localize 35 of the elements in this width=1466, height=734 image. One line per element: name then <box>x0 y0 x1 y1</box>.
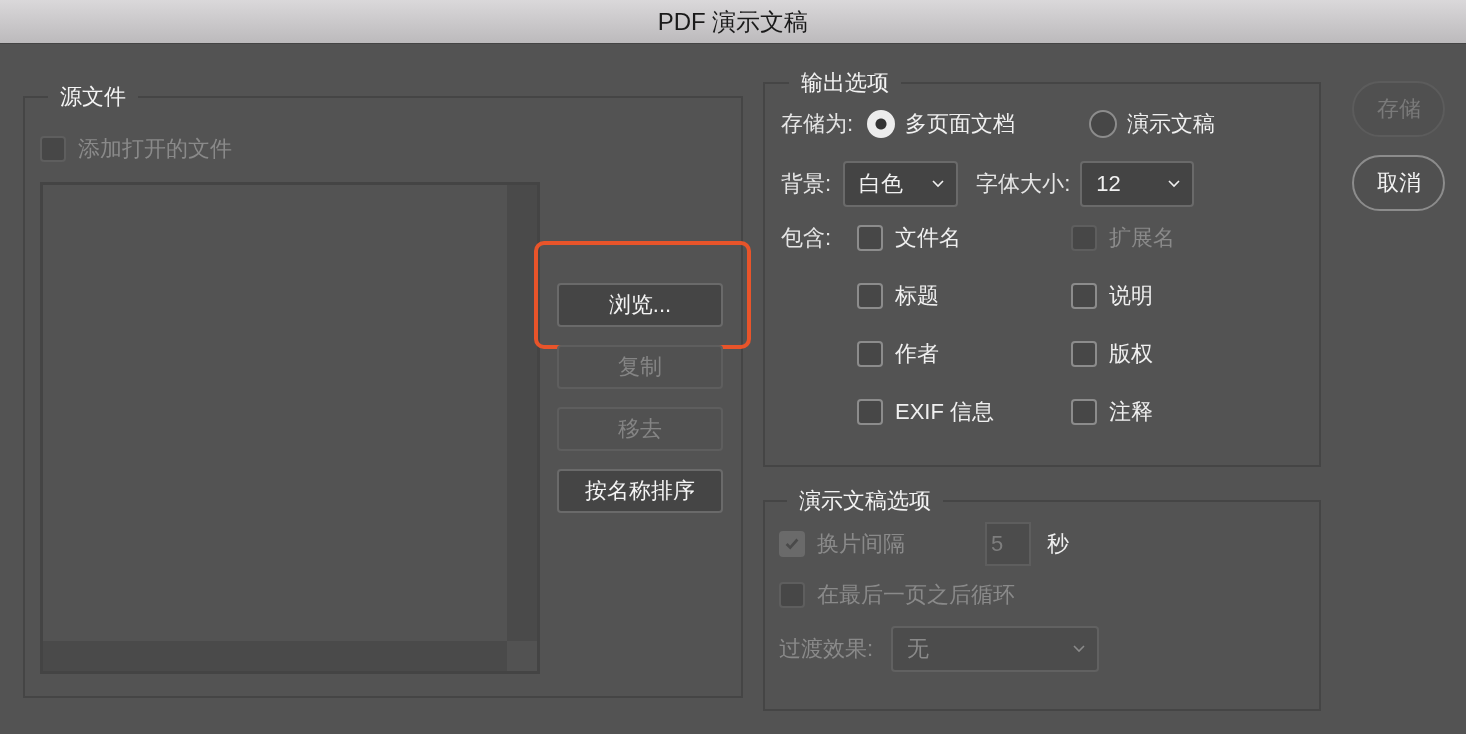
field-label: 字体大小: <box>976 170 1071 198</box>
checkbox-label: 版权 <box>1109 340 1153 368</box>
checkbox[interactable] <box>857 341 883 367</box>
chevron-down-icon <box>1073 645 1086 653</box>
radio-label: 演示文稿 <box>1127 110 1216 138</box>
group-title: 输出选项 <box>800 69 890 97</box>
checkbox-label: 说明 <box>1109 282 1153 310</box>
checkbox[interactable] <box>1071 283 1097 309</box>
background-dropdown[interactable]: 白色 <box>843 161 959 207</box>
action-button[interactable]: 浏览... <box>557 283 723 327</box>
chevron-down-icon <box>932 180 945 188</box>
window-title: PDF 演示文稿 <box>657 6 809 37</box>
checkbox[interactable] <box>857 399 883 425</box>
vertical-scrollbar[interactable] <box>507 185 537 641</box>
checkbox-label: 标题 <box>895 282 939 310</box>
field-label: 背景: <box>781 170 832 198</box>
dialog-button[interactable]: 取消 <box>1352 155 1445 211</box>
checkbox-label: EXIF 信息 <box>895 398 994 426</box>
checkbox-label: 作者 <box>895 340 939 368</box>
chevron-down-icon <box>1168 180 1181 188</box>
unit-label: 秒 <box>1047 530 1069 558</box>
checkbox-label: 文件名 <box>895 224 961 252</box>
checkbox-label: 注释 <box>1109 398 1153 426</box>
field-label: 包含: <box>781 224 833 252</box>
action-button[interactable]: 按名称排序 <box>557 469 723 513</box>
field-label: 存储为: <box>781 110 854 138</box>
checkbox[interactable] <box>857 225 883 251</box>
checkbox[interactable] <box>1071 399 1097 425</box>
group-title: 源文件 <box>59 83 127 111</box>
font-size-dropdown[interactable]: 12 <box>1080 161 1195 207</box>
radio-button[interactable] <box>1089 110 1118 138</box>
radio-label: 多页面文档 <box>905 110 1016 138</box>
checkbox[interactable] <box>857 283 883 309</box>
group-title: 演示文稿选项 <box>798 487 932 515</box>
checkbox[interactable] <box>1071 341 1097 367</box>
